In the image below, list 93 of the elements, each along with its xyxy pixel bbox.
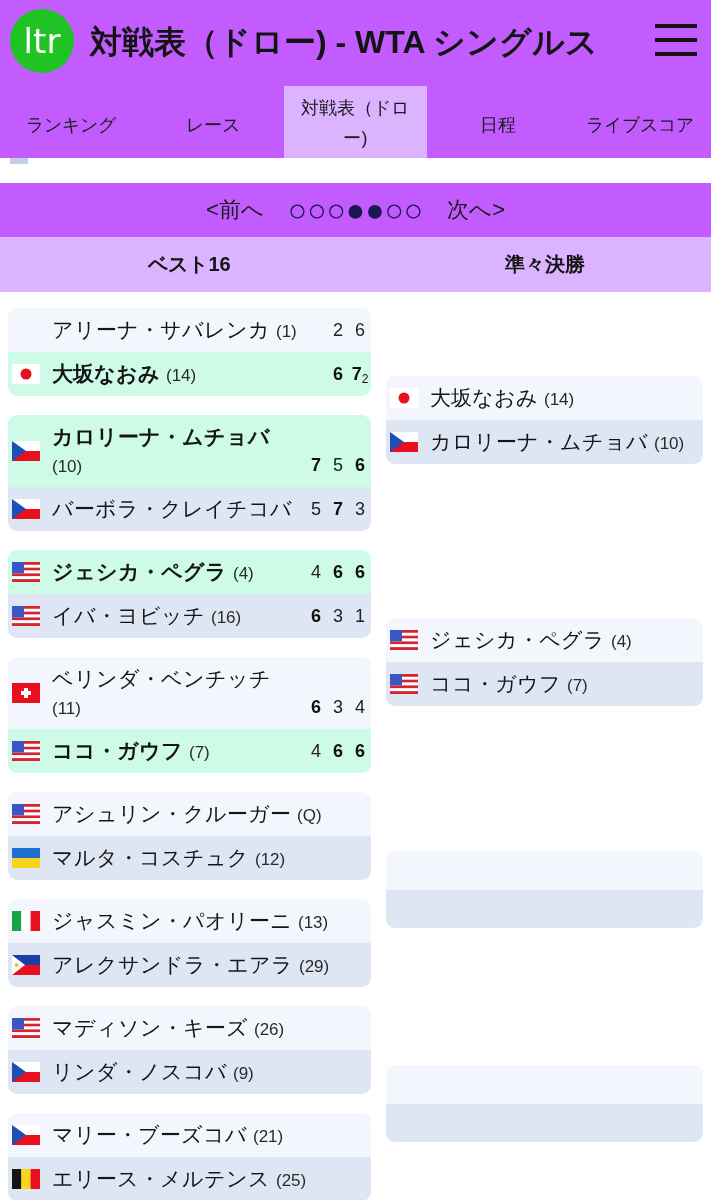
set-score: 6 bbox=[354, 454, 366, 477]
usa-flag-icon bbox=[12, 606, 40, 626]
player-name: マリー・ブーズコバ bbox=[52, 1123, 248, 1146]
set-score: 6 bbox=[354, 740, 366, 763]
set-score: 6 bbox=[310, 605, 322, 628]
player-name: イバ・ヨビッチ bbox=[52, 604, 206, 627]
set-score: 6 bbox=[354, 561, 366, 584]
player-name: マルタ・コスチュク bbox=[52, 846, 250, 869]
seed-label: (7) bbox=[189, 743, 210, 762]
player-name: ジャスミン・パオリーニ bbox=[52, 909, 293, 932]
seed-label: (13) bbox=[298, 913, 329, 932]
seed-label: (7) bbox=[567, 675, 588, 695]
seed-label: (9) bbox=[233, 1064, 254, 1083]
set-score: 4 bbox=[310, 740, 322, 763]
ukraine-flag-icon bbox=[12, 848, 40, 868]
menu-icon[interactable] bbox=[655, 24, 697, 56]
seed-label: (14) bbox=[544, 389, 575, 409]
prev-link[interactable]: <前へ bbox=[206, 195, 264, 225]
seed-label: (11) bbox=[52, 699, 81, 718]
player-name: ジェシカ・ペグラ bbox=[52, 560, 228, 583]
set-score: 2 bbox=[332, 319, 344, 342]
set-score: 3 bbox=[354, 498, 366, 521]
scroll-indicator bbox=[10, 158, 28, 164]
set-score: 6 bbox=[310, 696, 322, 719]
set-score: 4 bbox=[310, 561, 322, 584]
czech-flag-icon bbox=[12, 441, 40, 461]
player-name: エリース・メルテンス bbox=[52, 1167, 271, 1190]
seed-label: (10) bbox=[52, 457, 83, 476]
seed-label: (14) bbox=[166, 366, 197, 385]
seed-label: (Q) bbox=[297, 806, 322, 825]
round-title: ベスト16 bbox=[148, 252, 231, 277]
usa-flag-icon bbox=[390, 673, 418, 694]
player-name: ベリンダ・ベンチッチ bbox=[52, 667, 272, 690]
nav-tab[interactable]: レース bbox=[142, 86, 285, 158]
seed-label: (29) bbox=[299, 957, 330, 976]
usa-flag-icon bbox=[12, 562, 40, 582]
set-score: 4 bbox=[354, 696, 366, 719]
usa-flag-icon bbox=[12, 1018, 40, 1038]
nav-tab[interactable]: ランキング bbox=[0, 86, 143, 158]
set-score: 7 bbox=[332, 498, 344, 521]
page-dots: ○○○●●○○ bbox=[287, 194, 424, 226]
player-name: リンダ・ノスコバ bbox=[52, 1060, 228, 1083]
philippines-flag-icon bbox=[12, 955, 40, 975]
seed-label: (25) bbox=[276, 1171, 307, 1190]
nav-tab[interactable]: 対戦表（ドロー) bbox=[284, 86, 427, 158]
set-score: 6 bbox=[332, 363, 344, 386]
player-name: 大坂なおみ bbox=[430, 385, 539, 409]
round-title: 準々決勝 bbox=[504, 252, 585, 277]
swiss-flag-icon bbox=[12, 683, 40, 703]
set-score: 5 bbox=[310, 498, 322, 521]
seed-label: (10) bbox=[654, 433, 685, 453]
usa-flag-icon bbox=[390, 629, 418, 650]
seed-label: (21) bbox=[253, 1127, 284, 1146]
set-score: 6 bbox=[332, 740, 344, 763]
set-score: 6 bbox=[354, 319, 366, 342]
page-title: 対戦表（ドロー) - WTA シングルス bbox=[90, 23, 600, 62]
seed-label: (1) bbox=[276, 322, 297, 341]
czech-flag-icon bbox=[12, 499, 40, 519]
set-score: 1 bbox=[354, 605, 366, 628]
player-name: カロリーナ・ムチョバ bbox=[52, 425, 271, 448]
set-score: 7 bbox=[310, 454, 322, 477]
player-name: ココ・ガウフ bbox=[52, 739, 184, 762]
seed-label: (12) bbox=[255, 850, 286, 869]
set-score: 3 bbox=[332, 605, 344, 628]
nav-tab[interactable]: 日程 bbox=[426, 86, 569, 158]
player-name: カロリーナ・ムチョバ bbox=[430, 429, 649, 453]
seed-label: (4) bbox=[233, 564, 254, 583]
seed-label: (4) bbox=[611, 631, 632, 651]
japan-flag-icon bbox=[12, 364, 40, 384]
italy-flag-icon bbox=[12, 911, 40, 931]
czech-flag-icon bbox=[12, 1125, 40, 1145]
seed-label: (26) bbox=[254, 1020, 285, 1039]
player-name: マディソン・キーズ bbox=[52, 1016, 249, 1039]
czech-flag-icon bbox=[390, 431, 418, 452]
czech-flag-icon bbox=[12, 1062, 40, 1082]
set-score: 3 bbox=[332, 696, 344, 719]
set-score: 7$_{2}$ bbox=[350, 363, 370, 388]
player-name: ジェシカ・ペグラ bbox=[430, 627, 606, 651]
player-name: アレクサンドラ・エアラ bbox=[52, 953, 294, 976]
set-score: 5 bbox=[332, 454, 344, 477]
player-name: バーボラ・クレイチコバ bbox=[52, 497, 293, 520]
belgium-flag-icon bbox=[12, 1169, 40, 1189]
seed-label: (16) bbox=[211, 608, 242, 627]
usa-flag-icon bbox=[12, 741, 40, 761]
nav-tab[interactable]: ライブスコア bbox=[568, 86, 711, 158]
player-name: アシュリン・クルーガー bbox=[52, 802, 292, 825]
set-score: 6 bbox=[332, 561, 344, 584]
next-link[interactable]: 次へ> bbox=[447, 195, 505, 225]
japan-flag-icon bbox=[390, 387, 418, 408]
player-name: 大坂なおみ bbox=[52, 362, 161, 385]
player-name: アリーナ・サバレンカ bbox=[52, 318, 271, 341]
player-name: ココ・ガウフ bbox=[430, 671, 562, 695]
usa-flag-icon bbox=[12, 804, 40, 824]
